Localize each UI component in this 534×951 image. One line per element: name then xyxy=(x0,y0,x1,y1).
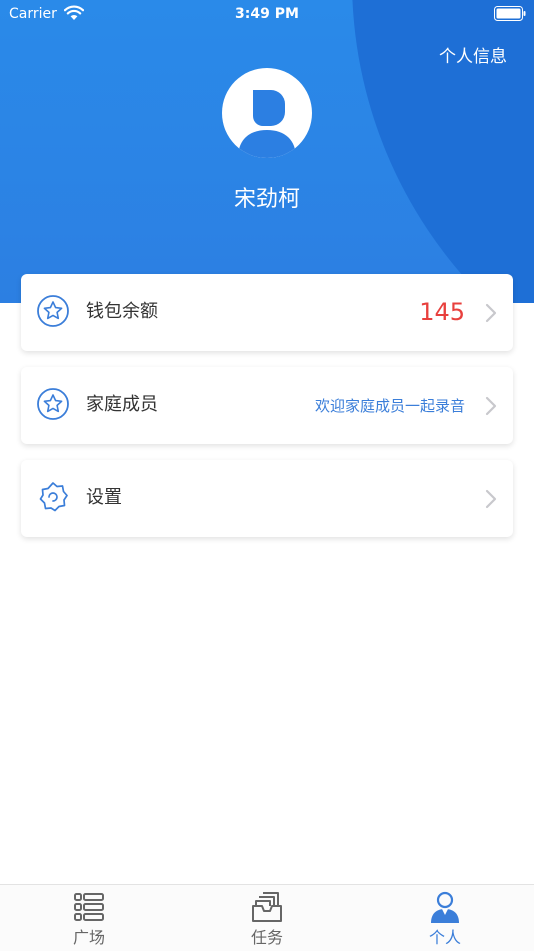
chevron-right-icon xyxy=(485,396,497,416)
tab-bar: 广场 任务 个人 xyxy=(0,884,534,951)
tab-plaza[interactable]: 广场 xyxy=(0,885,178,951)
tab-personal-label: 个人 xyxy=(428,928,461,947)
inbox-stack-icon xyxy=(252,892,282,922)
wallet-balance-value: 145 xyxy=(419,298,465,326)
family-members-label: 家庭成员 xyxy=(86,394,158,415)
user-name: 宋劲柯 xyxy=(233,187,300,212)
star-badge-icon xyxy=(37,388,69,420)
battery-icon xyxy=(494,6,526,21)
list-icon xyxy=(74,893,104,921)
star-badge-icon xyxy=(37,295,69,327)
person-icon xyxy=(431,891,459,923)
tab-tasks-label: 任务 xyxy=(250,928,283,947)
wallet-balance-item[interactable]: 钱包余额 145 xyxy=(21,274,513,351)
default-avatar-icon xyxy=(238,90,296,158)
status-bar: Carrier 3:49 PM xyxy=(0,0,534,28)
status-time: 3:49 PM xyxy=(235,6,299,22)
avatar[interactable] xyxy=(222,68,312,158)
tab-personal[interactable]: 个人 xyxy=(356,885,534,951)
family-members-hint: 欢迎家庭成员一起录音 xyxy=(314,397,465,415)
wallet-balance-label: 钱包余额 xyxy=(86,301,158,322)
chevron-right-icon xyxy=(485,489,497,509)
chevron-right-icon xyxy=(485,303,497,323)
family-members-item[interactable]: 家庭成员 欢迎家庭成员一起录音 xyxy=(21,367,513,444)
settings-item[interactable]: 设置 xyxy=(21,460,513,537)
profile-info-link[interactable]: 个人信息 xyxy=(439,45,507,69)
profile-header: Carrier 3:49 PM 个人信息 宋劲柯 xyxy=(0,0,534,303)
tab-tasks[interactable]: 任务 xyxy=(178,885,356,951)
settings-label: 设置 xyxy=(86,487,122,508)
gear-icon xyxy=(39,482,68,512)
tab-plaza-label: 广场 xyxy=(72,928,105,947)
